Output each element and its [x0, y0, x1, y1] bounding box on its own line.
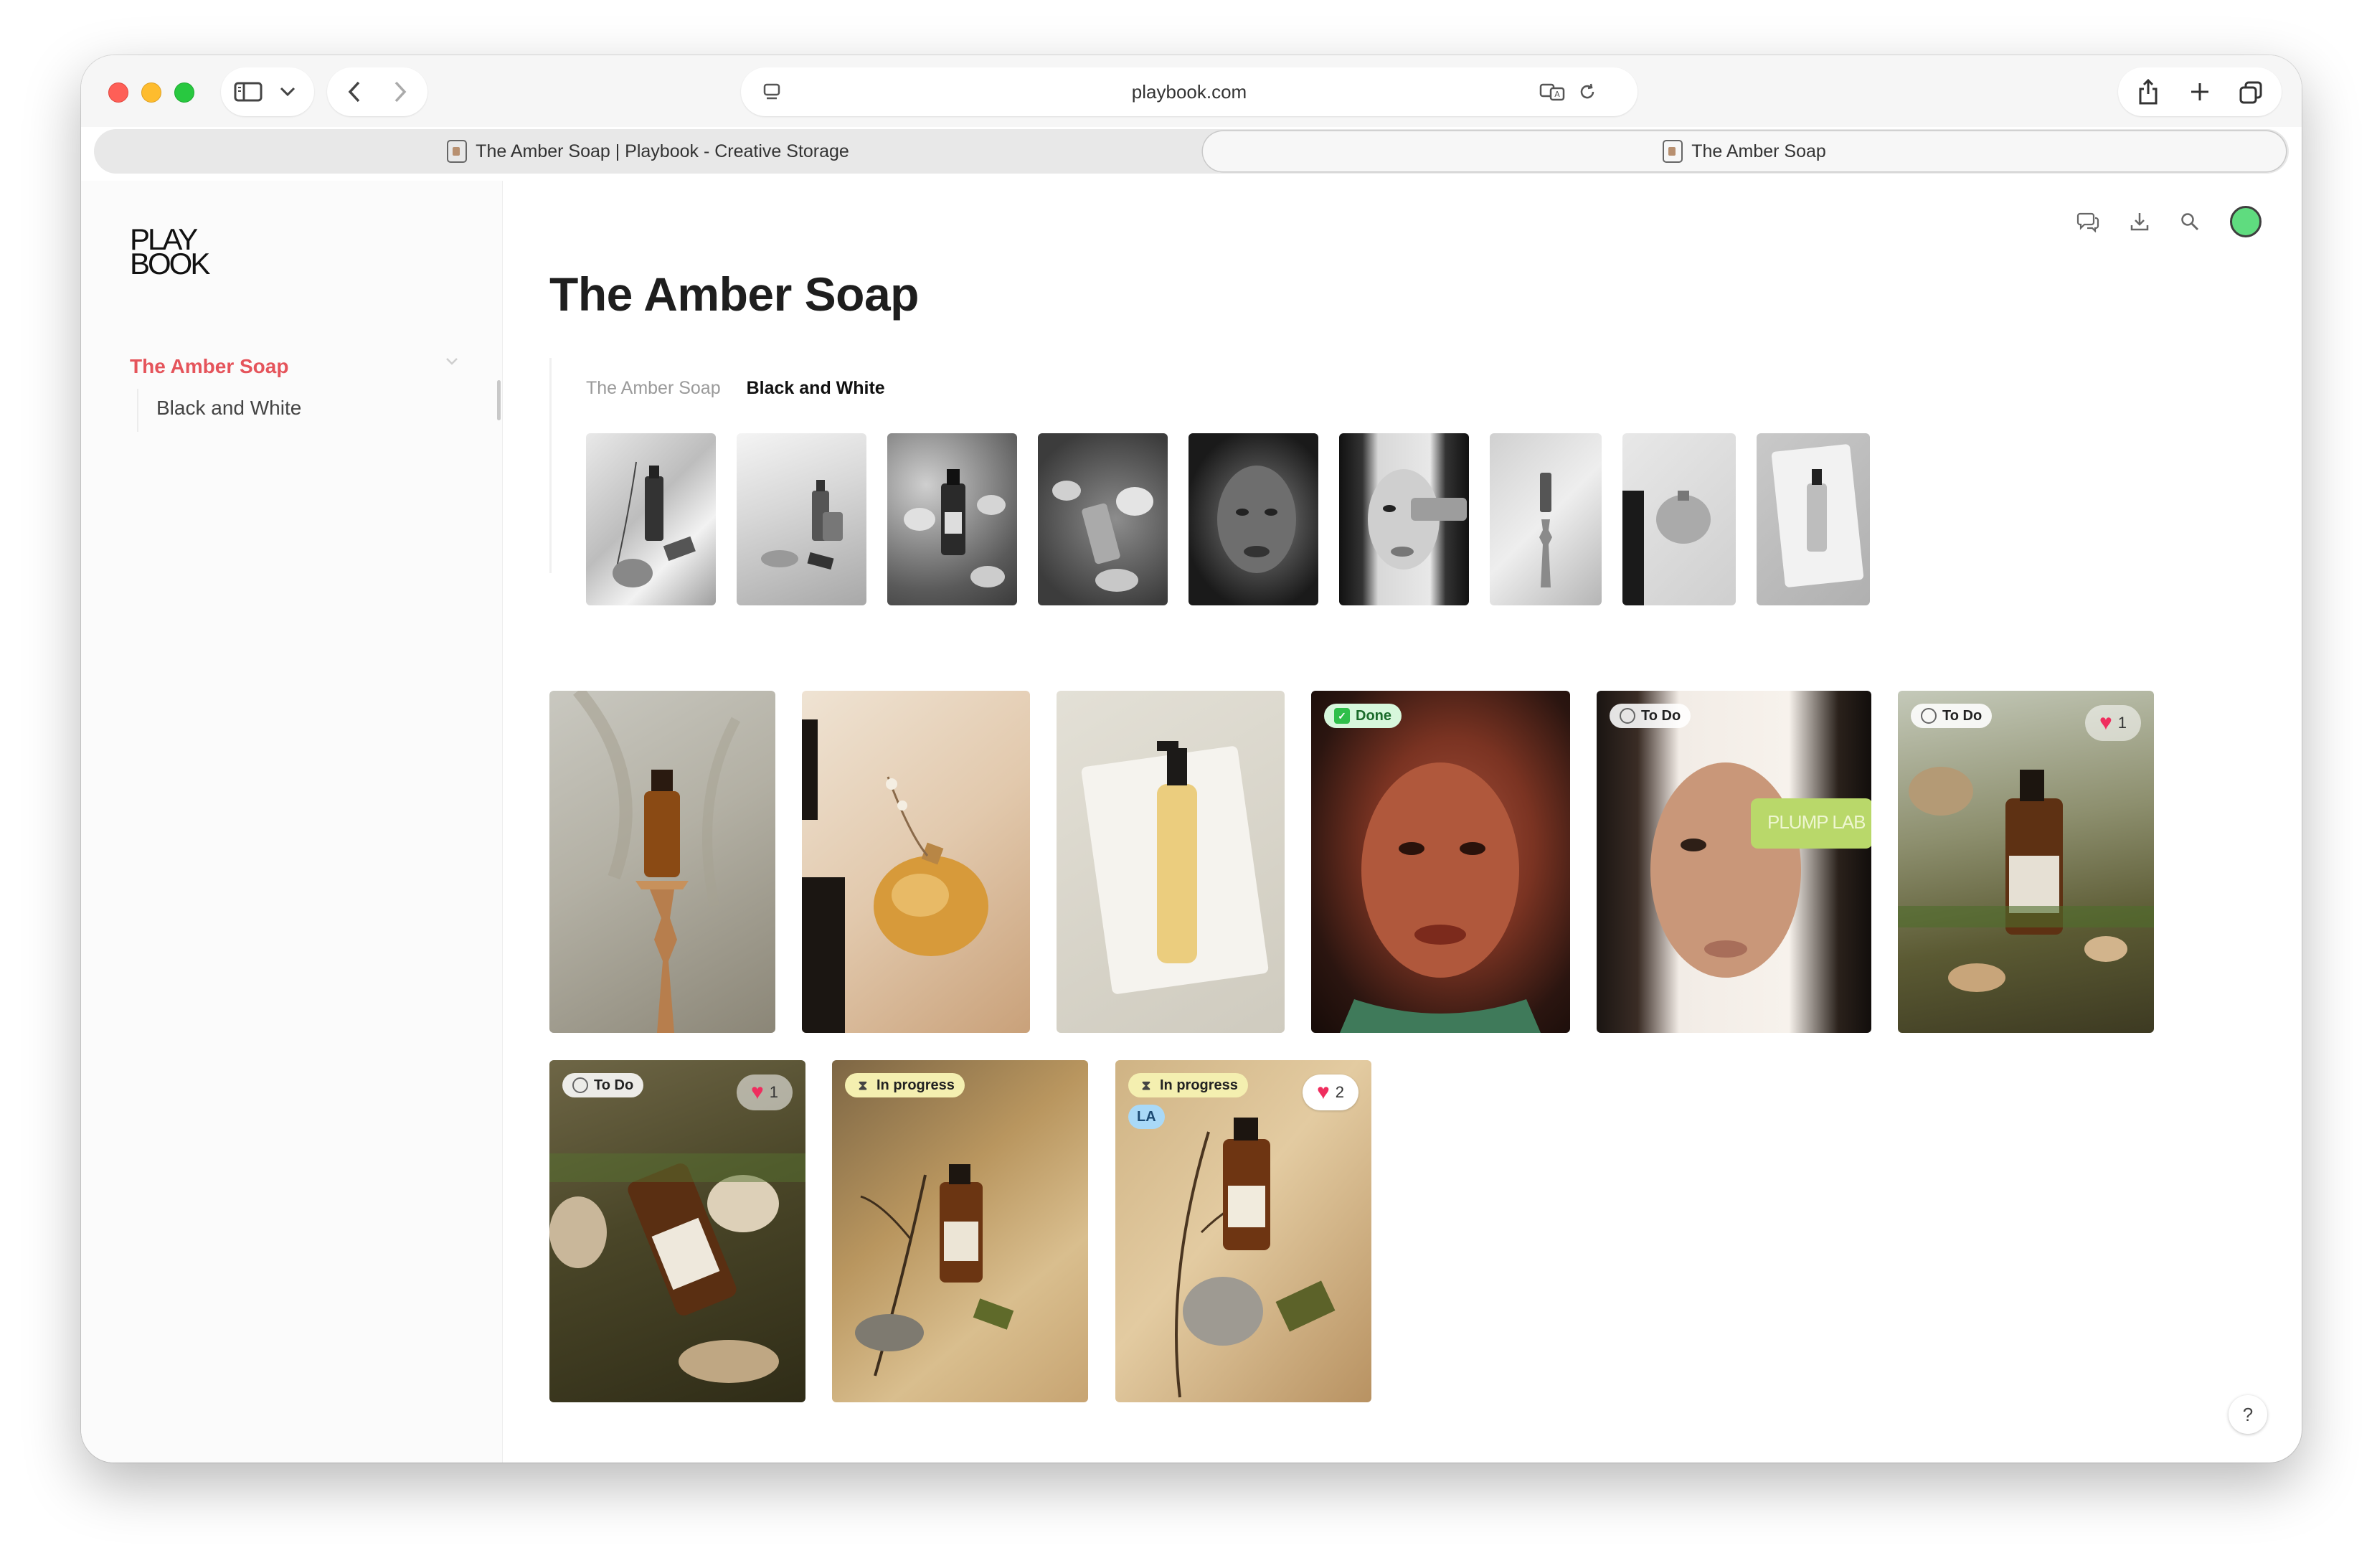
status-label: In progress: [1160, 1077, 1238, 1093]
grid-image[interactable]: ⧗ In progress: [832, 1060, 1088, 1402]
grid-image[interactable]: [549, 691, 775, 1033]
chevron-down-icon[interactable]: [445, 357, 458, 366]
logo-line-book: BOOK: [130, 247, 210, 280]
bw-thumbnail[interactable]: [1339, 433, 1469, 605]
browser-toolbar: playbook.com A The Amber Soap | Playbook: [81, 55, 2302, 174]
like-counter[interactable]: ♥ 1: [2085, 705, 2141, 741]
bw-thumbnail[interactable]: [586, 433, 716, 605]
sidebar-tree-line: [137, 389, 138, 432]
browser-actions-group: [2118, 67, 2282, 116]
close-window-button[interactable]: [108, 82, 128, 103]
bw-thumbnail[interactable]: [887, 433, 1017, 605]
main-content: The Amber Soap The Amber Soap Black and …: [502, 181, 2302, 1463]
bw-thumbnail[interactable]: [1757, 433, 1870, 605]
heart-icon: ♥: [750, 1080, 764, 1104]
comment-bubble-icon: [1620, 708, 1635, 724]
status-badge[interactable]: ⧗ In progress: [1128, 1073, 1248, 1097]
like-counter[interactable]: ♥ 1: [737, 1075, 793, 1110]
new-tab-icon[interactable]: [2187, 79, 2213, 105]
heart-icon: ♥: [1316, 1080, 1330, 1104]
chevron-down-icon[interactable]: [278, 85, 297, 99]
product-label: PLUMP LAB: [1767, 811, 1866, 833]
search-icon[interactable]: [2180, 212, 2200, 232]
status-badge[interactable]: To Do: [1610, 704, 1691, 728]
assignee-badge[interactable]: LA: [1128, 1105, 1165, 1129]
subfolder-preview: The Amber Soap Black and White: [549, 358, 1870, 605]
breadcrumb-current[interactable]: Black and White: [747, 378, 885, 399]
hourglass-icon: ⧗: [1141, 1077, 1151, 1092]
status-label: Done: [1356, 707, 1391, 724]
tab-label: The Amber Soap: [1691, 141, 1826, 161]
status-badge[interactable]: To Do: [1911, 704, 1993, 728]
status-label: To Do: [594, 1077, 634, 1093]
address-bar[interactable]: playbook.com A: [741, 67, 1638, 116]
tab-inactive[interactable]: The Amber Soap | Playbook - Creative Sto…: [94, 131, 1202, 171]
bw-thumbnail[interactable]: [1038, 433, 1168, 605]
heart-icon: ♥: [2099, 711, 2112, 735]
share-icon[interactable]: [2135, 77, 2161, 106]
status-badge[interactable]: ✓ Done: [1324, 704, 1402, 728]
grid-image[interactable]: ✓ Done: [1311, 691, 1570, 1033]
status-label: To Do: [1942, 707, 1983, 724]
top-actions: [2076, 206, 2262, 237]
grid-image[interactable]: [1057, 691, 1285, 1033]
like-counter[interactable]: ♥ 2: [1303, 1075, 1358, 1110]
favicon-icon: [447, 140, 468, 163]
hourglass-icon: ⧗: [858, 1077, 868, 1092]
sidebar-icon[interactable]: [234, 82, 263, 102]
comments-icon[interactable]: [2076, 211, 2099, 232]
like-count: 1: [2117, 714, 2127, 732]
grid-image[interactable]: ⧗ In progress LA ♥ 2: [1115, 1060, 1371, 1402]
navigation-group: [327, 67, 427, 116]
page-title: The Amber Soap: [549, 268, 919, 321]
like-count: 2: [1335, 1083, 1345, 1101]
zoom-window-button[interactable]: [174, 82, 194, 103]
tab-active[interactable]: The Amber Soap: [1203, 131, 2286, 171]
comment-bubble-icon: [572, 1077, 588, 1093]
sidebar-scrollbar[interactable]: [497, 380, 501, 420]
minimize-window-button[interactable]: [141, 82, 161, 103]
sidebar-item-amber-soap[interactable]: The Amber Soap: [130, 355, 288, 378]
download-icon[interactable]: [2130, 211, 2150, 232]
tab-bar: The Amber Soap | Playbook - Creative Sto…: [94, 129, 2289, 174]
like-count: 1: [769, 1083, 779, 1101]
bw-thumbnail[interactable]: [1490, 433, 1602, 605]
svg-text:A: A: [1554, 90, 1560, 99]
grid-image[interactable]: To Do ♥ 1: [1898, 691, 2154, 1033]
bw-thumbnail[interactable]: [737, 433, 866, 605]
thumbnail-strip: [586, 433, 1870, 605]
sidebar: PLAY BOOK The Amber Soap Black and White: [81, 181, 503, 1463]
tab-overview-icon[interactable]: [2237, 79, 2264, 106]
comment-bubble-icon: [1921, 708, 1937, 724]
bw-thumbnail[interactable]: [1188, 433, 1318, 605]
breadcrumb-parent[interactable]: The Amber Soap: [586, 378, 721, 399]
url-text: playbook.com: [1131, 81, 1247, 103]
grid-image[interactable]: To Do PLUMP LAB: [1597, 691, 1871, 1033]
translate-icon[interactable]: A: [1539, 82, 1567, 102]
sidebar-item-black-and-white[interactable]: Black and White: [156, 397, 301, 420]
user-avatar[interactable]: [2230, 206, 2262, 237]
status-label: To Do: [1641, 707, 1681, 724]
favicon-icon: [1663, 140, 1683, 163]
forward-icon[interactable]: [387, 79, 413, 105]
bw-thumbnail[interactable]: [1622, 433, 1736, 605]
checkmark-icon: ✓: [1334, 708, 1350, 724]
tab-label: The Amber Soap | Playbook - Creative Sto…: [476, 141, 849, 161]
status-label: In progress: [876, 1077, 955, 1093]
back-icon[interactable]: [341, 79, 367, 105]
status-badge[interactable]: ⧗ In progress: [845, 1073, 965, 1097]
breadcrumb: The Amber Soap Black and White: [586, 378, 885, 399]
grid-image[interactable]: [802, 691, 1030, 1033]
reload-icon[interactable]: [1577, 82, 1597, 102]
sidebar-toggle-group: [221, 67, 314, 116]
status-badge[interactable]: To Do: [562, 1073, 644, 1097]
browser-window: playbook.com A The Amber Soap | Playbook: [81, 55, 2302, 1463]
grid-image[interactable]: To Do ♥ 1: [549, 1060, 805, 1402]
playbook-logo[interactable]: PLAY BOOK: [130, 225, 210, 280]
help-button[interactable]: ?: [2229, 1395, 2267, 1434]
